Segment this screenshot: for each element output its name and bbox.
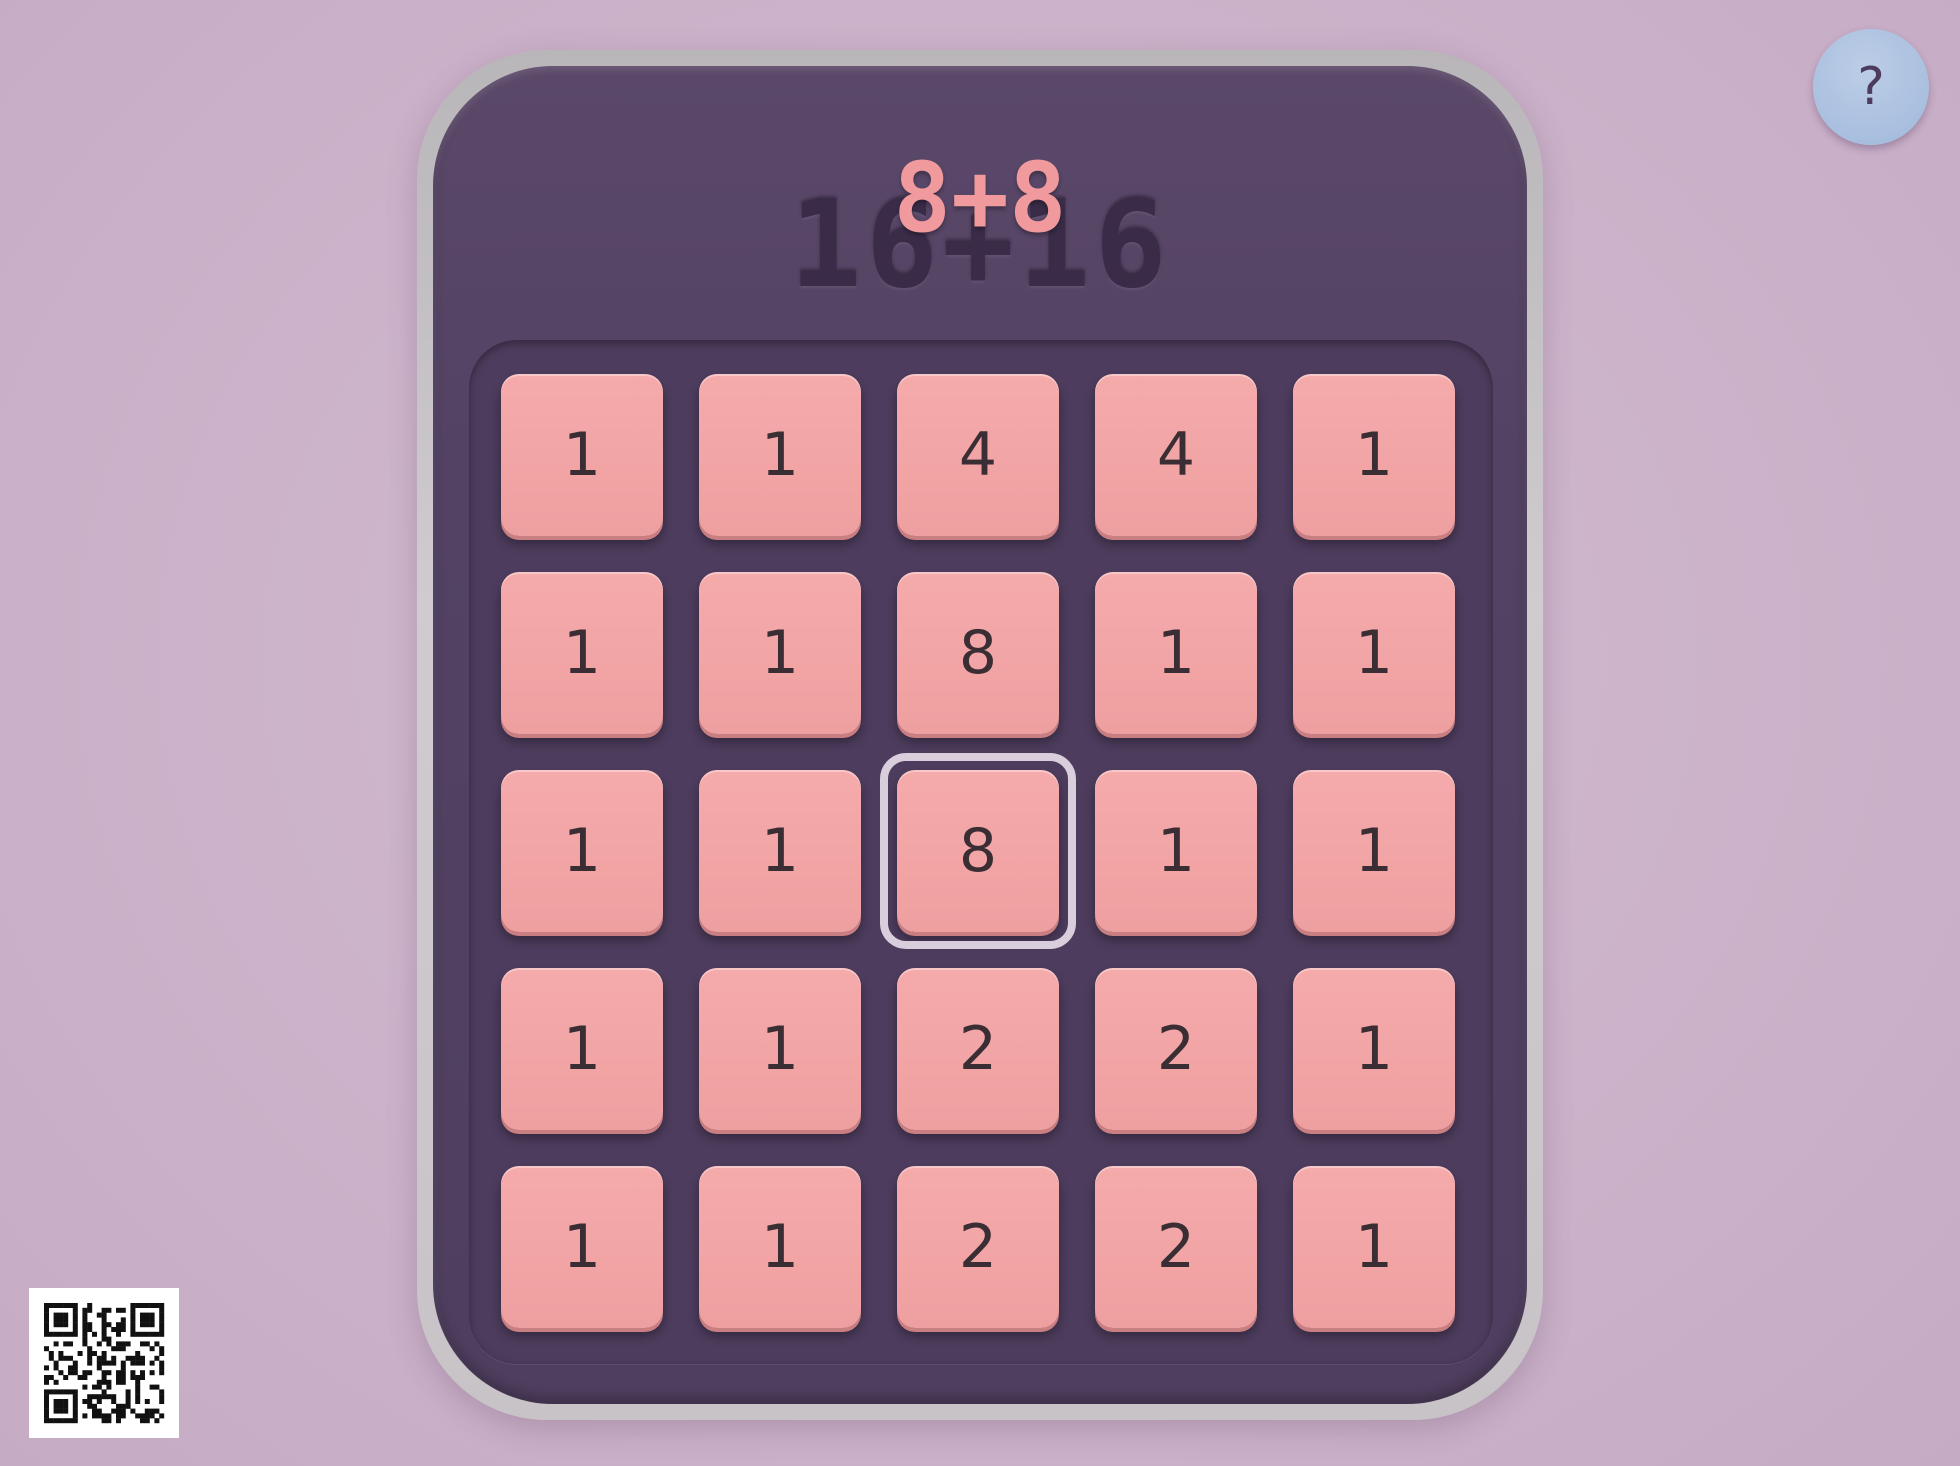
tile-r1-c4[interactable]: 4 [1095, 374, 1257, 536]
tile-r4-c4[interactable]: 2 [1095, 968, 1257, 1130]
tile-r4-c1[interactable]: 1 [501, 968, 663, 1130]
tile-r4-c2[interactable]: 1 [699, 968, 861, 1130]
tile-r5-c4[interactable]: 2 [1095, 1166, 1257, 1328]
tile-r3-c5[interactable]: 1 [1293, 770, 1455, 932]
tile-r2-c3[interactable]: 8 [897, 572, 1059, 734]
tile-r2-c1[interactable]: 1 [501, 572, 663, 734]
tile-r5-c1[interactable]: 1 [501, 1166, 663, 1328]
tile-r3-c4[interactable]: 1 [1095, 770, 1257, 932]
game-board: 1144111811118111122111221 [469, 340, 1493, 1364]
tile-r3-c1[interactable]: 1 [501, 770, 663, 932]
tile-r1-c1[interactable]: 1 [501, 374, 663, 536]
tile-r3-c3[interactable]: 8 [897, 770, 1059, 932]
tile-r4-c3[interactable]: 2 [897, 968, 1059, 1130]
score-gain: 8+8 [893, 142, 1067, 254]
tile-r2-c5[interactable]: 1 [1293, 572, 1455, 734]
help-button-label: ? [1857, 57, 1885, 117]
tile-r5-c5[interactable]: 1 [1293, 1166, 1455, 1328]
qr-code-icon [29, 1288, 179, 1438]
tile-r1-c5[interactable]: 1 [1293, 374, 1455, 536]
game-screen: 16+16 8+8 1144111811118111122111221 ? [0, 0, 1960, 1466]
tile-r4-c5[interactable]: 1 [1293, 968, 1455, 1130]
tile-r3-c2[interactable]: 1 [699, 770, 861, 932]
score-display: 16+16 8+8 [433, 130, 1527, 315]
tile-r5-c2[interactable]: 1 [699, 1166, 861, 1328]
tile-r5-c3[interactable]: 2 [897, 1166, 1059, 1328]
tile-r1-c2[interactable]: 1 [699, 374, 861, 536]
tile-r2-c2[interactable]: 1 [699, 572, 861, 734]
tile-r1-c3[interactable]: 4 [897, 374, 1059, 536]
help-button[interactable]: ? [1813, 29, 1929, 145]
tile-r2-c4[interactable]: 1 [1095, 572, 1257, 734]
